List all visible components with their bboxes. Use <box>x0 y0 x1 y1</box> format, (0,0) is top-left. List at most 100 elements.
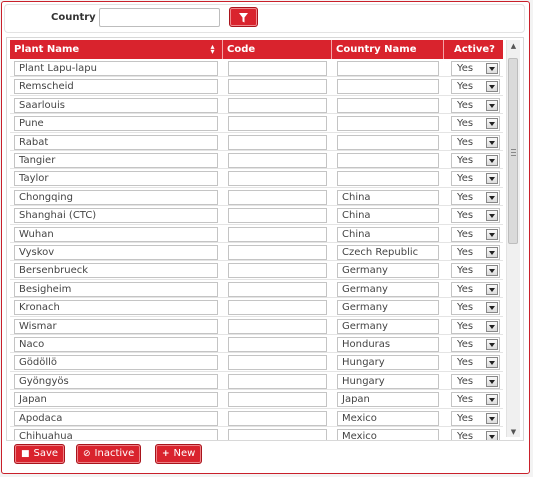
code-field[interactable] <box>228 116 327 132</box>
code-field[interactable] <box>228 134 327 150</box>
code-field[interactable] <box>228 189 327 205</box>
chevron-down-icon[interactable] <box>486 63 498 74</box>
code-field[interactable] <box>228 410 327 426</box>
scroll-up-icon[interactable]: ▲ <box>507 40 520 52</box>
plant-name-field[interactable]: Besigheim <box>14 281 218 297</box>
plant-name-field[interactable]: Taylor <box>14 171 218 187</box>
plant-name-field[interactable]: Pune <box>14 116 218 132</box>
country-name-field[interactable]: Mexico <box>337 429 439 440</box>
chevron-down-icon[interactable] <box>486 431 498 440</box>
active-select[interactable]: Yes <box>451 410 500 426</box>
country-name-field[interactable] <box>337 79 439 95</box>
code-field[interactable] <box>228 61 327 76</box>
active-select[interactable]: Yes <box>451 263 500 279</box>
country-name-field[interactable]: Germany <box>337 263 439 279</box>
scrollbar-thumb[interactable] <box>508 58 518 244</box>
chevron-down-icon[interactable] <box>486 99 498 111</box>
plant-name-field[interactable]: Chongqing <box>14 189 218 205</box>
chevron-down-icon[interactable] <box>486 394 498 406</box>
code-field[interactable] <box>228 300 327 316</box>
chevron-down-icon[interactable] <box>486 155 498 166</box>
active-select[interactable]: Yes <box>451 300 500 316</box>
column-header-code[interactable]: Code <box>223 40 332 59</box>
active-select[interactable]: Yes <box>451 97 500 113</box>
code-field[interactable] <box>228 245 327 260</box>
active-select[interactable]: Yes <box>451 116 500 132</box>
country-name-field[interactable]: China <box>337 226 439 242</box>
plant-name-field[interactable]: Kronach <box>14 300 218 316</box>
chevron-down-icon[interactable] <box>486 283 498 295</box>
plant-name-field[interactable]: Naco <box>14 337 218 352</box>
sort-icon[interactable]: ▴ ▾ <box>209 43 216 56</box>
active-select[interactable]: Yes <box>451 134 500 150</box>
chevron-down-icon[interactable] <box>486 357 498 369</box>
code-field[interactable] <box>228 171 327 187</box>
chevron-down-icon[interactable] <box>486 228 498 240</box>
country-name-field[interactable] <box>337 153 439 168</box>
code-field[interactable] <box>228 355 327 371</box>
chevron-down-icon[interactable] <box>486 118 498 130</box>
plant-name-field[interactable]: Shanghai (CTC) <box>14 208 218 224</box>
active-select[interactable]: Yes <box>451 318 500 334</box>
plant-name-field[interactable]: Saarlouis <box>14 97 218 113</box>
country-filter-input[interactable] <box>99 8 220 27</box>
active-select[interactable]: Yes <box>451 61 500 76</box>
chevron-down-icon[interactable] <box>486 412 498 424</box>
new-button[interactable]: + New <box>155 444 203 464</box>
column-header-country-name[interactable]: Country Name <box>332 40 444 59</box>
country-name-field[interactable]: Germany <box>337 300 439 316</box>
chevron-down-icon[interactable] <box>486 210 498 222</box>
country-name-field[interactable]: Mexico <box>337 410 439 426</box>
code-field[interactable] <box>228 281 327 297</box>
chevron-down-icon[interactable] <box>486 247 498 258</box>
active-select[interactable]: Yes <box>451 189 500 205</box>
chevron-down-icon[interactable] <box>486 81 498 93</box>
plant-name-field[interactable]: Rabat <box>14 134 218 150</box>
code-field[interactable] <box>228 429 327 440</box>
country-name-field[interactable] <box>337 171 439 187</box>
country-name-field[interactable]: Germany <box>337 281 439 297</box>
vertical-scrollbar[interactable]: ▲ ▼ <box>506 40 520 437</box>
chevron-down-icon[interactable] <box>486 375 498 387</box>
chevron-down-icon[interactable] <box>486 191 498 203</box>
active-select[interactable]: Yes <box>451 171 500 187</box>
plant-name-field[interactable]: Tangier <box>14 153 218 168</box>
country-name-field[interactable]: China <box>337 189 439 205</box>
plant-name-field[interactable]: Wuhan <box>14 226 218 242</box>
code-field[interactable] <box>228 373 327 389</box>
chevron-down-icon[interactable] <box>486 265 498 277</box>
scroll-down-icon[interactable]: ▼ <box>507 426 520 438</box>
plant-name-field[interactable]: Vyskov <box>14 245 218 260</box>
inactive-button[interactable]: ⊘ Inactive <box>76 444 142 464</box>
active-select[interactable]: Yes <box>451 373 500 389</box>
filter-button[interactable] <box>229 7 258 27</box>
code-field[interactable] <box>228 392 327 408</box>
country-name-field[interactable] <box>337 116 439 132</box>
active-select[interactable]: Yes <box>451 153 500 168</box>
active-select[interactable]: Yes <box>451 337 500 352</box>
active-select[interactable]: Yes <box>451 79 500 95</box>
active-select[interactable]: Yes <box>451 281 500 297</box>
chevron-down-icon[interactable] <box>486 302 498 314</box>
code-field[interactable] <box>228 337 327 352</box>
country-name-field[interactable] <box>337 61 439 76</box>
country-name-field[interactable] <box>337 97 439 113</box>
plant-name-field[interactable]: Wismar <box>14 318 218 334</box>
code-field[interactable] <box>228 226 327 242</box>
plant-name-field[interactable]: Chihuahua <box>14 429 218 440</box>
country-name-field[interactable]: Hungary <box>337 355 439 371</box>
active-select[interactable]: Yes <box>451 355 500 371</box>
country-name-field[interactable]: Germany <box>337 318 439 334</box>
code-field[interactable] <box>228 153 327 168</box>
plant-name-field[interactable]: Remscheid <box>14 79 218 95</box>
column-header-active[interactable]: Active? <box>444 40 503 59</box>
country-name-field[interactable]: Hungary <box>337 373 439 389</box>
country-name-field[interactable]: Czech Republic <box>337 245 439 260</box>
chevron-down-icon[interactable] <box>486 173 498 185</box>
active-select[interactable]: Yes <box>451 226 500 242</box>
code-field[interactable] <box>228 318 327 334</box>
chevron-down-icon[interactable] <box>486 136 498 148</box>
plant-name-field[interactable]: Apodaca <box>14 410 218 426</box>
country-name-field[interactable]: China <box>337 208 439 224</box>
chevron-down-icon[interactable] <box>486 320 498 332</box>
